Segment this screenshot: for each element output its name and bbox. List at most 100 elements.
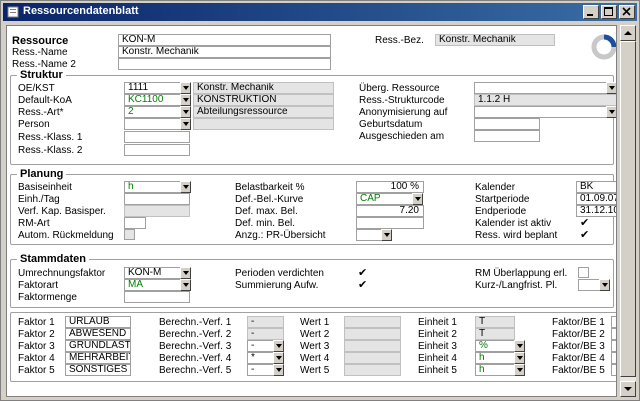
summierung-checkbox[interactable]: ✔	[358, 279, 367, 291]
klass2-label: Ress.-Klass. 2	[18, 145, 83, 156]
berechn-verf-dropdown-5[interactable]	[273, 364, 284, 376]
einheit-dropdown-5[interactable]	[514, 364, 525, 376]
arrow-up-icon	[624, 31, 632, 35]
berechn-verf-field-4[interactable]: *	[247, 352, 274, 364]
bel-kurve-field[interactable]: CAP	[356, 193, 413, 205]
faktor-field-3[interactable]: GRUNDLAST	[65, 340, 131, 352]
basiseinheit-dropdown[interactable]	[180, 181, 191, 193]
autom-rueckmeldung-checkbox[interactable]	[124, 229, 135, 240]
anzg-pr-field[interactable]	[356, 229, 382, 241]
ress-name-field[interactable]: Konstr. Mechanik	[118, 46, 331, 58]
ress-name2-field[interactable]	[118, 58, 331, 70]
berechn-verf-dropdown-3[interactable]	[273, 340, 284, 352]
ueberg-ressource-dropdown[interactable]	[606, 82, 616, 94]
scroll-down-button[interactable]	[620, 381, 636, 397]
scroll-thumb[interactable]	[620, 41, 636, 377]
planung-title: Planung	[17, 167, 67, 181]
min-bel-field[interactable]	[356, 217, 424, 229]
oe-kst-field[interactable]: 1111	[124, 82, 181, 94]
endperiode-field[interactable]: 31.12.10	[576, 205, 616, 217]
faktor-be-field-2[interactable]	[611, 328, 616, 340]
geburtsdatum-field[interactable]	[474, 118, 540, 130]
perioden-verdichten-checkbox[interactable]: ✔	[358, 267, 367, 279]
anonymisierung-dropdown[interactable]	[606, 106, 616, 118]
einheit-dropdown-4[interactable]	[514, 352, 525, 364]
faktor-be-label-4: Faktor/BE 4	[552, 353, 605, 364]
berechn-verf-field-5[interactable]: -	[247, 364, 274, 376]
belastbarkeit-field[interactable]: 100 %	[356, 181, 424, 193]
kalender-field[interactable]: BK	[576, 181, 616, 193]
faktor-label-1: Faktor 1	[18, 317, 55, 328]
maximize-icon	[604, 7, 613, 16]
einheit-label-3: Einheit 3	[418, 341, 457, 352]
umrechnungsfaktor-field[interactable]: KON-M	[124, 267, 181, 279]
ress-bez-label: Ress.-Bez.	[375, 35, 424, 46]
default-koa-field[interactable]: KC1100	[124, 94, 181, 106]
startperiode-field[interactable]: 01.09.07	[576, 193, 616, 205]
scroll-up-button[interactable]	[620, 25, 636, 41]
ress-bez-field: Konstr. Mechanik	[435, 34, 555, 46]
bel-kurve-dropdown[interactable]	[412, 193, 423, 205]
ress-art-field[interactable]: 2	[124, 106, 181, 118]
close-icon	[622, 7, 631, 16]
ress-beplant-checkbox[interactable]: ✔	[580, 229, 589, 241]
faktorart-dropdown[interactable]	[180, 279, 191, 291]
einheit-field-3[interactable]: %	[475, 340, 515, 352]
default-koa-dropdown[interactable]	[180, 94, 191, 106]
strukturcode-label: Ress.-Strukturcode	[359, 95, 445, 106]
klass2-field[interactable]	[124, 144, 190, 156]
faktor-be-label-5: Faktor/BE 5	[552, 365, 605, 376]
ausgeschieden-field[interactable]	[474, 130, 540, 142]
kalender-aktiv-checkbox[interactable]: ✔	[580, 217, 589, 229]
umrechnungsfaktor-dropdown[interactable]	[180, 267, 191, 279]
einheit-field-4[interactable]: h	[475, 352, 515, 364]
ressource-label: Ressource	[12, 35, 69, 47]
minimize-button[interactable]	[583, 5, 599, 19]
faktor-be-field-3[interactable]	[611, 340, 616, 352]
rm-ueberlappung-checkbox[interactable]	[578, 267, 589, 278]
faktor-field-5[interactable]: SONSTIGES	[65, 364, 131, 376]
ueberg-ressource-label: Überg. Ressource	[359, 83, 440, 94]
min-bel-label: Def. min. Bel.	[235, 218, 296, 229]
faktorart-field[interactable]: MA	[124, 279, 181, 291]
faktor-field-1[interactable]: URLAUB	[65, 316, 131, 328]
perioden-verdichten-label: Perioden verdichten	[235, 268, 324, 279]
einheit-field-2: T	[475, 328, 515, 340]
einheit-field-5[interactable]: h	[475, 364, 515, 376]
default-koa-label: Default-KoA	[18, 95, 72, 106]
klass1-field[interactable]	[124, 131, 190, 143]
faktor-be-field-1[interactable]	[611, 316, 616, 328]
rm-art-field[interactable]	[124, 217, 146, 229]
einh-tag-field[interactable]	[124, 193, 190, 205]
berechn-verf-field-2: -	[247, 328, 284, 340]
maximize-button[interactable]	[601, 5, 617, 19]
faktormenge-field[interactable]	[124, 291, 190, 303]
anzg-pr-dropdown[interactable]	[381, 229, 392, 241]
wert-field-3	[344, 340, 401, 352]
belastbarkeit-label: Belastbarkeit %	[235, 182, 305, 193]
basiseinheit-field[interactable]: h	[124, 181, 181, 193]
max-bel-field[interactable]: 7.20	[356, 205, 424, 217]
einheit-dropdown-3[interactable]	[514, 340, 525, 352]
max-bel-label: Def. max. Bel.	[235, 206, 298, 217]
kurz-langfrist-dropdown[interactable]	[599, 279, 610, 291]
rm-art-label: RM-Art	[18, 218, 50, 229]
berechn-verf-field-3[interactable]: -	[247, 340, 274, 352]
oe-kst-dropdown[interactable]	[180, 82, 191, 94]
vertical-scrollbar[interactable]	[620, 25, 636, 397]
faktor-field-2[interactable]: ABWESEND	[65, 328, 131, 340]
berechn-verf-dropdown-4[interactable]	[273, 352, 284, 364]
person-field[interactable]	[124, 118, 181, 130]
ress-art-dropdown[interactable]	[180, 106, 191, 118]
faktor-field-4[interactable]: MEHRARBEIT	[65, 352, 131, 364]
close-button[interactable]	[619, 5, 635, 19]
ueberg-ressource-field[interactable]	[474, 82, 607, 94]
anonymisierung-field[interactable]	[474, 106, 607, 118]
faktor-be-label-1: Faktor/BE 1	[552, 317, 605, 328]
faktor-be-field-5[interactable]	[611, 364, 616, 376]
faktor-be-field-4[interactable]	[611, 352, 616, 364]
ressource-field[interactable]: KON-M	[118, 34, 331, 46]
person-dropdown[interactable]	[180, 118, 191, 130]
kurz-langfrist-field[interactable]	[578, 279, 600, 291]
title-bar[interactable]: Ressourcendatenblatt	[3, 3, 637, 21]
